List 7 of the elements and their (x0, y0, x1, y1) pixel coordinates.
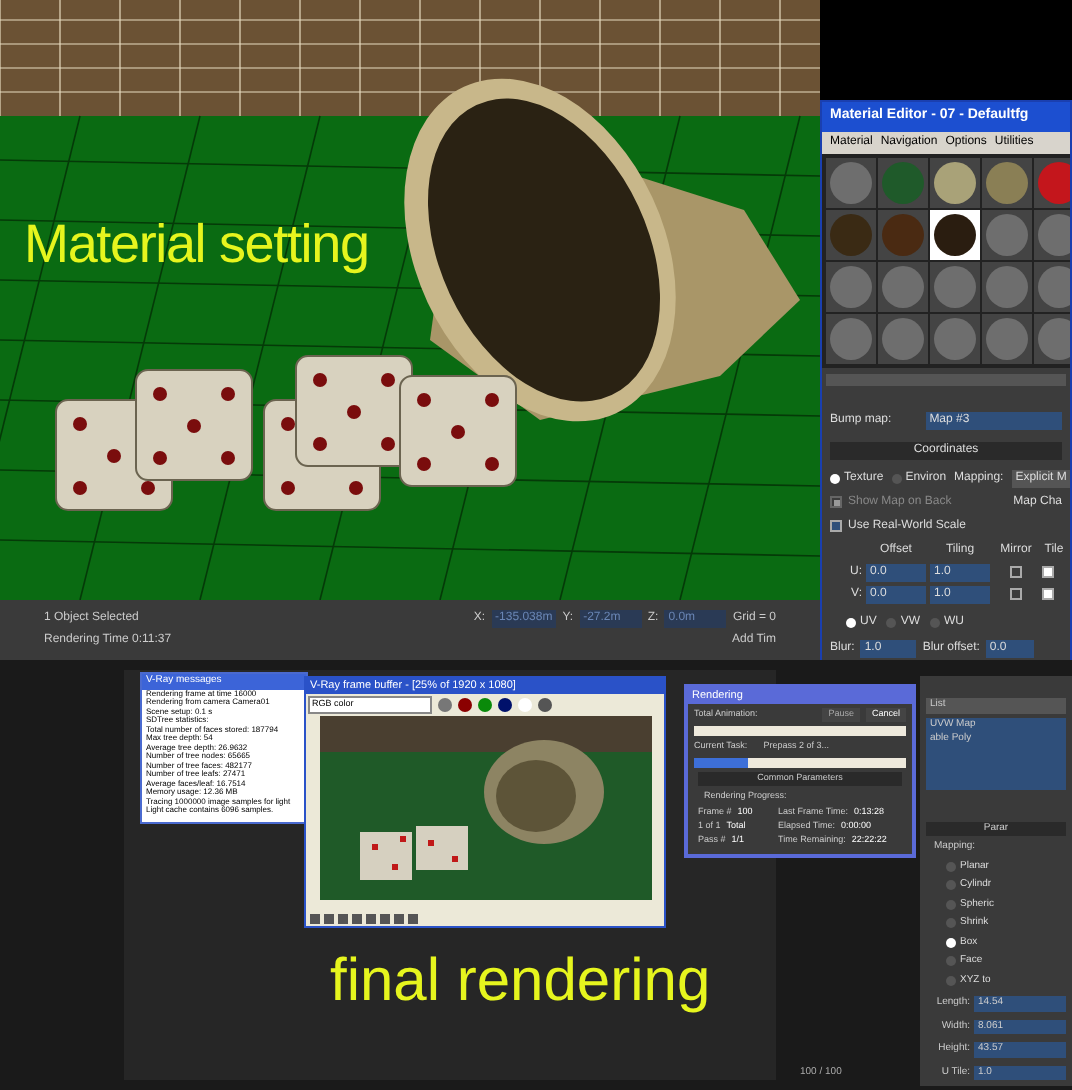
checkbox[interactable] (1010, 588, 1022, 600)
caption-text: Material setting (24, 212, 369, 278)
checkbox[interactable] (1042, 566, 1054, 578)
caption-text: final rendering (330, 946, 711, 1018)
checkbox[interactable] (830, 520, 842, 532)
checkbox[interactable] (1010, 566, 1022, 578)
checkbox[interactable] (1042, 588, 1054, 600)
